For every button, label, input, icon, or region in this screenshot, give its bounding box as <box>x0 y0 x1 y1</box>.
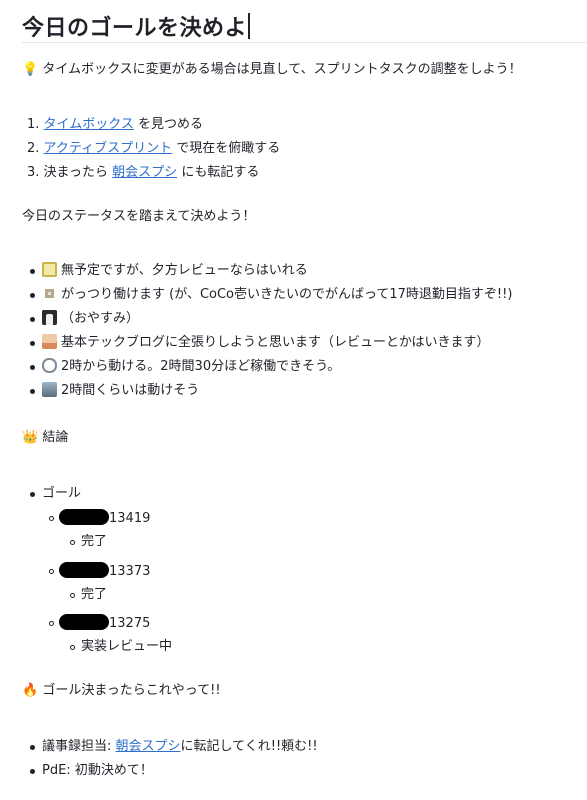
tip-callout: 💡 タイムボックスに変更がある場合は見直して、スプリントタスクの調整をしよう！ <box>22 61 522 79</box>
step-text: を見つめる <box>133 117 204 132</box>
status-item: 基本テックブログに全張りしようと思います（レビューとかはいきます） <box>42 334 489 352</box>
goal-status: 実装レビュー中 <box>81 639 173 654</box>
status-item: 2時間くらいは動けそう <box>42 382 199 400</box>
step-text: にも転記する <box>177 165 260 180</box>
todo-item: PdE: 初動決めて！ <box>42 762 153 780</box>
status-item: 2時から動ける。2時間30分ほど稼働できそう。 <box>42 358 340 376</box>
active-sprint-link[interactable]: アクティブスプリント <box>44 141 173 156</box>
status-item: がっつり働けます (が、CoCo壱いきたいのでがんばって17時退勤目指すぞ!!) <box>42 286 512 304</box>
status-text: 基本テックブログに全張りしようと思います（レビューとかはいきます） <box>61 335 490 350</box>
fire-icon: 🔥 <box>22 683 39 698</box>
redacted-block <box>59 614 109 630</box>
status-text: がっつり働けます (が、CoCo壱いきたいのでがんばって17時退勤目指すぞ!!) <box>61 287 513 302</box>
step-item: 1. タイムボックス を見つめる <box>27 116 203 134</box>
step-number: 1. <box>27 117 40 132</box>
goal-ticket-id: 13419 <box>109 511 151 526</box>
goal-item: 13373 <box>59 562 150 581</box>
conclusion-text: 結論 <box>42 430 69 445</box>
step-number: 2. <box>27 141 40 156</box>
goal-item: 13275 <box>59 614 150 633</box>
list-bullet-hollow <box>49 569 54 574</box>
morning-sheet-link[interactable]: 朝会スプシ <box>116 739 181 754</box>
status-item: 無予定ですが、夕方レビューならはいれる <box>42 262 308 280</box>
list-bullet <box>30 769 35 774</box>
goal-item: 13419 <box>59 509 150 528</box>
list-bullet <box>30 745 35 750</box>
todo-item: 議事録担当: 朝会スプシに転記してくれ!!頼む!! <box>42 738 318 756</box>
todo-text: に転記してくれ!!頼む!! <box>180 739 318 754</box>
status-item: （おやすみ） <box>42 310 139 328</box>
after-heading: 🔥 ゴール決まったらこれやって!! <box>22 682 221 700</box>
status-text: 2時から動ける。2時間30分ほど稼働できそう。 <box>61 359 341 374</box>
list-bullet <box>30 317 35 322</box>
status-text: （おやすみ） <box>61 311 140 326</box>
page-title-text: 今日のゴールを決めよ <box>22 16 248 41</box>
list-bullet <box>30 365 35 370</box>
statue-avatar-icon <box>42 286 57 301</box>
goal-label: ゴール <box>42 486 82 501</box>
list-bullet-hollow <box>49 621 54 626</box>
list-bullet <box>30 341 35 346</box>
status-text: 無予定ですが、夕方レビューならはいれる <box>61 263 308 278</box>
step-item: 3. 決まったら 朝会スプシ にも転記する <box>27 164 259 182</box>
list-bullet <box>30 492 35 497</box>
goal-status: 完了 <box>81 534 108 549</box>
panda-avatar-icon <box>42 310 57 325</box>
landscape-avatar-icon <box>42 382 57 397</box>
status-heading: 今日のステータスを踏まえて決めよう！ <box>22 209 256 224</box>
goal-ticket-id: 13373 <box>109 564 151 579</box>
photo-avatar-icon <box>42 334 57 349</box>
list-bullet-hollow <box>70 645 75 650</box>
cloud-emoji-icon <box>42 358 57 373</box>
timebox-link[interactable]: タイムボックス <box>44 117 134 132</box>
list-bullet-hollow <box>49 516 54 521</box>
after-heading-text: ゴール決まったらこれやって!! <box>42 683 221 698</box>
todo-text: PdE: 初動決めて！ <box>42 763 153 778</box>
list-bullet-hollow <box>70 593 75 598</box>
calendar-avatar-icon <box>42 262 57 277</box>
list-bullet <box>30 389 35 394</box>
conclusion-heading: 👑 結論 <box>22 429 68 447</box>
goal-status: 完了 <box>81 587 108 602</box>
list-bullet <box>30 269 35 274</box>
morning-sheet-link[interactable]: 朝会スプシ <box>112 165 177 180</box>
tip-text: タイムボックスに変更がある場合は見直して、スプリントタスクの調整をしよう！ <box>42 62 522 77</box>
list-bullet-hollow <box>70 540 75 545</box>
todo-text: 議事録担当: <box>42 739 116 754</box>
step-number: 3. <box>27 165 40 180</box>
crown-icon: 👑 <box>22 430 39 445</box>
page-title[interactable]: 今日のゴールを決めよ <box>22 10 250 42</box>
list-bullet <box>30 293 35 298</box>
step-item: 2. アクティブスプリント で現在を俯瞰する <box>27 140 280 158</box>
goal-ticket-id: 13275 <box>109 616 151 631</box>
status-text: 2時間くらいは動けそう <box>61 383 200 398</box>
title-divider <box>22 42 587 43</box>
redacted-block <box>59 509 109 525</box>
lightbulb-icon: 💡 <box>22 62 39 77</box>
step-text: で現在を俯瞰する <box>172 141 281 156</box>
text-cursor <box>248 13 250 39</box>
redacted-block <box>59 562 109 578</box>
step-text: 決まったら <box>43 165 113 180</box>
